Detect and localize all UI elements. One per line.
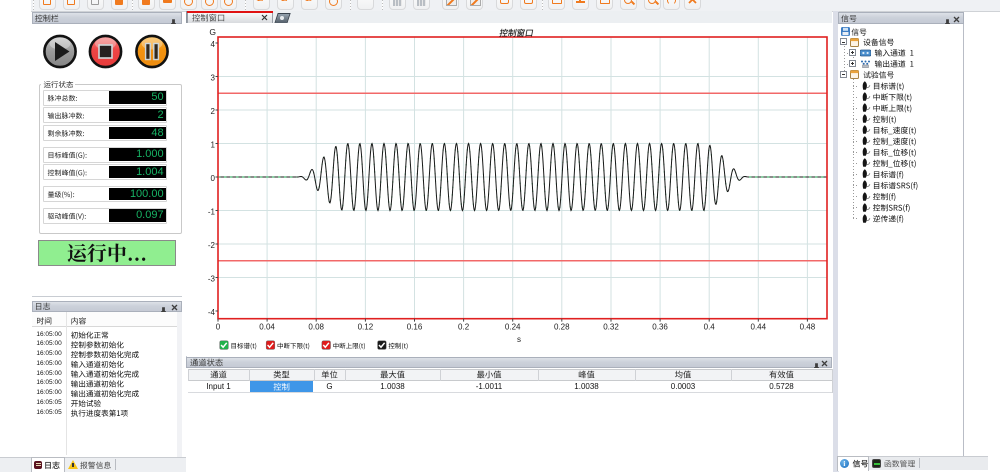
svg-text:0.12: 0.12 — [358, 323, 374, 332]
svg-text:0.44: 0.44 — [751, 323, 767, 332]
svg-text:3: 3 — [211, 74, 216, 83]
svg-text:0.4: 0.4 — [704, 323, 716, 332]
svg-text:0.04: 0.04 — [259, 323, 275, 332]
svg-text:0.24: 0.24 — [505, 323, 521, 332]
svg-text:0.16: 0.16 — [407, 323, 423, 332]
svg-text:1: 1 — [211, 141, 216, 150]
svg-text:0.32: 0.32 — [603, 323, 619, 332]
svg-text:4: 4 — [211, 40, 216, 49]
svg-text:-1: -1 — [208, 208, 216, 217]
svg-text:-2: -2 — [208, 241, 216, 250]
svg-text:-4: -4 — [208, 308, 216, 317]
svg-text:0.2: 0.2 — [458, 323, 470, 332]
svg-text:0.28: 0.28 — [554, 323, 570, 332]
svg-text:0.36: 0.36 — [652, 323, 668, 332]
svg-text:G: G — [209, 27, 216, 37]
svg-text:0.48: 0.48 — [800, 323, 816, 332]
svg-text:0: 0 — [216, 323, 221, 332]
svg-text:0.08: 0.08 — [308, 323, 324, 332]
svg-text:-3: -3 — [208, 275, 216, 284]
svg-text:2: 2 — [211, 107, 216, 116]
svg-text:s: s — [517, 335, 521, 344]
svg-text:0: 0 — [211, 174, 216, 183]
